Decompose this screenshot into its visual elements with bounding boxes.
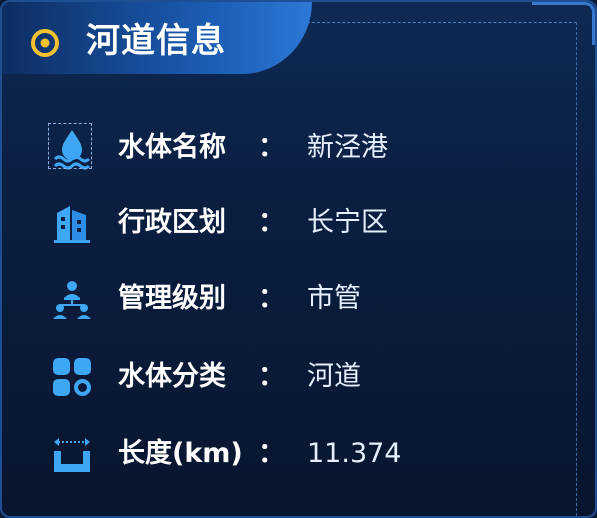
panel-title: 河道信息 xyxy=(86,21,226,61)
field-value: 新泾港 xyxy=(307,132,388,163)
info-row-water-name: 水体名称 ： 新泾港 xyxy=(2,123,595,173)
river-info-panel: 河道信息 水体名称 ： 新泾港 行政区划 ： 长宁区 管理级别 ： 市管 水体分… xyxy=(0,0,597,518)
dashed-border-top xyxy=(302,22,577,23)
info-row-water-category: 水体分类 ： 河道 xyxy=(2,352,595,402)
field-colon: ： xyxy=(258,207,285,238)
water-drop-icon xyxy=(48,123,94,170)
info-row-length: 长度(km) ： 11.374 xyxy=(2,429,595,479)
info-row-management-level: 管理级别 ： 市管 xyxy=(2,274,595,324)
length-ruler-icon xyxy=(54,438,90,472)
field-label: 长度(km) xyxy=(118,438,243,469)
field-label: 行政区划 xyxy=(118,207,226,238)
panel-corner-decoration xyxy=(532,2,595,45)
field-value: 长宁区 xyxy=(307,207,388,238)
field-value: 市管 xyxy=(307,283,361,314)
field-value: 11.374 xyxy=(307,438,402,469)
field-label: 水体分类 xyxy=(118,361,226,392)
field-label: 管理级别 xyxy=(118,283,226,314)
building-icon xyxy=(54,206,90,243)
icon-selection-box xyxy=(48,123,92,169)
field-value: 河道 xyxy=(307,361,361,392)
field-label: 水体名称 xyxy=(118,132,226,163)
category-grid-icon xyxy=(53,358,91,396)
field-colon: ： xyxy=(258,438,285,469)
target-ring-icon xyxy=(31,29,59,57)
hierarchy-icon xyxy=(53,281,91,319)
field-colon: ： xyxy=(258,361,285,392)
field-colon: ： xyxy=(258,283,285,314)
field-colon: ： xyxy=(258,132,285,163)
panel-header: 河道信息 xyxy=(2,2,312,74)
info-row-district: 行政区划 ： 长宁区 xyxy=(2,198,595,248)
